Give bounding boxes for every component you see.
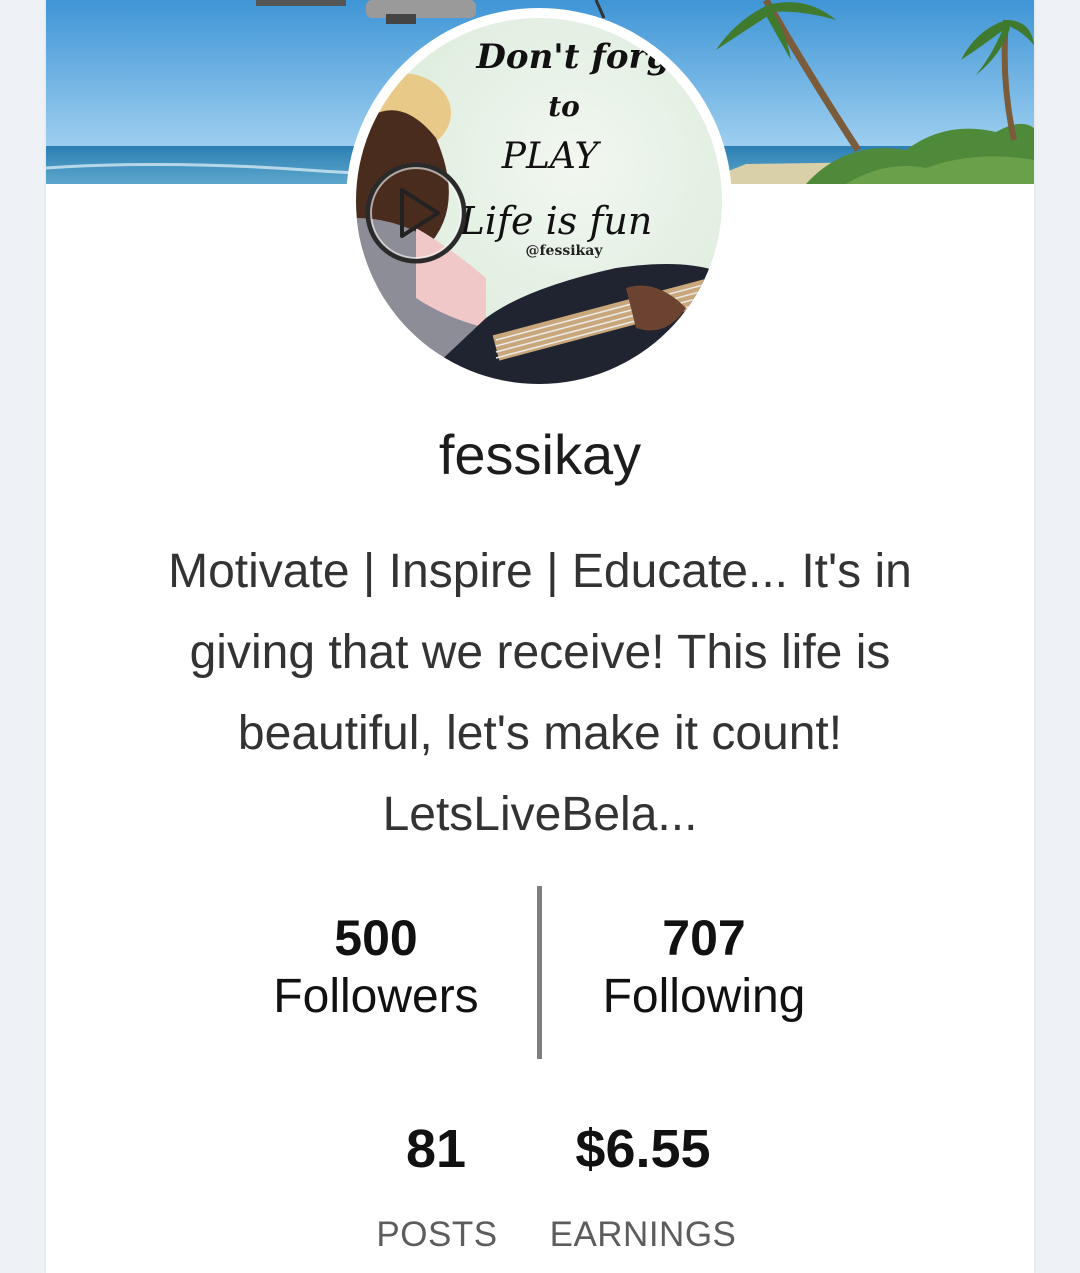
avatar-frame: Don't forget to PLAY Life is fun @fessik… <box>346 8 732 394</box>
avatar-text-line3: PLAY <box>501 136 602 177</box>
followers-label: Followers <box>273 970 479 1023</box>
bio-line: LetsLiveBela... <box>382 788 698 841</box>
avatar-text-handle: @fessikay <box>526 243 604 259</box>
avatar-text-line2: to <box>548 90 580 123</box>
earnings-value: $6.55 <box>575 1119 711 1179</box>
avatar[interactable]: Don't forget to PLAY Life is fun @fessik… <box>356 18 722 384</box>
posts-count: 81 <box>405 1119 467 1179</box>
bio-line: Motivate | Inspire | Educate... It's in <box>168 545 912 598</box>
following-stat[interactable]: 707 Following <box>576 910 832 1028</box>
posts-label[interactable]: POSTS <box>362 1215 512 1255</box>
username: fessikay <box>438 423 642 486</box>
bio-line: giving that we receive! This life is <box>189 626 891 679</box>
avatar-image: Don't forget to PLAY Life is fun @fessik… <box>356 18 722 384</box>
following-label: Following <box>602 970 806 1023</box>
bio: Motivate | Inspire | Educate... It's in … <box>96 531 984 855</box>
bio-line: beautiful, let's make it count! <box>237 707 843 760</box>
profile-card: Don't forget to PLAY Life is fun @fessik… <box>46 0 1034 1273</box>
followers-count: 500 <box>334 910 418 966</box>
avatar-text-line4: Life is fun <box>459 199 653 243</box>
stats-divider <box>537 886 542 1059</box>
following-count: 707 <box>662 910 746 966</box>
earnings-label[interactable]: EARNINGS <box>543 1215 743 1255</box>
followers-stat[interactable]: 500 Followers <box>251 910 501 1028</box>
profile-page: Don't forget to PLAY Life is fun @fessik… <box>0 0 1080 1273</box>
